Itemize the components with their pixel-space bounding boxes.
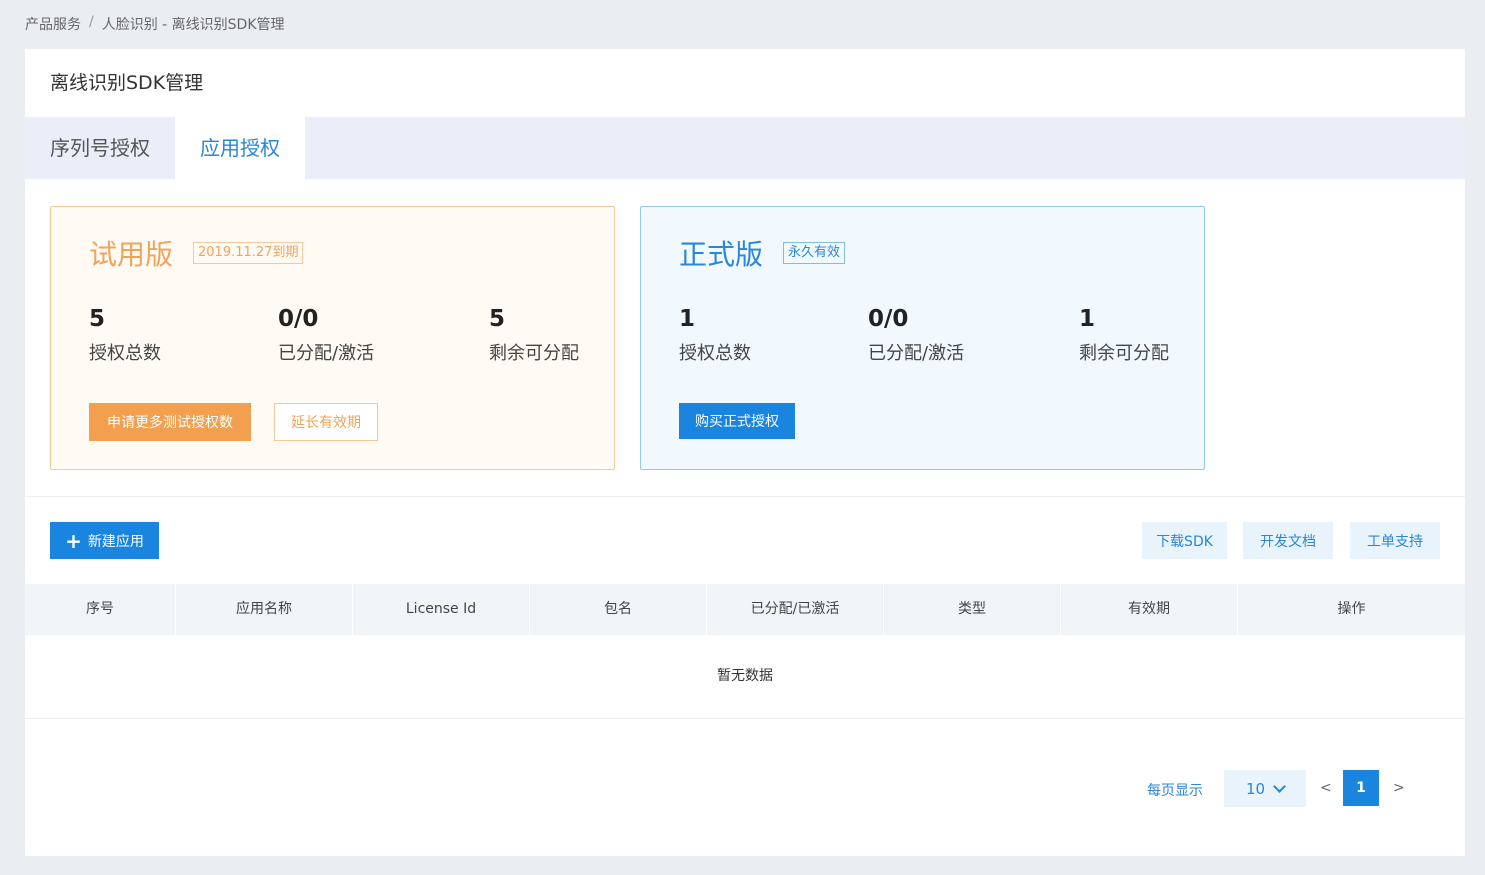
plus-icon: + bbox=[65, 528, 82, 553]
per-page-label: 每页显示 bbox=[1147, 783, 1203, 799]
formal-title: 正式版 bbox=[679, 238, 764, 271]
trial-assigned-value: 0/0 bbox=[278, 306, 319, 332]
main-panel: 离线识别SDK管理 序列号授权 应用授权 试用版 2019.11.27到期 5 … bbox=[25, 49, 1465, 856]
formal-card: 正式版 永久有效 1 授权总数 0/0 已分配/激活 1 剩余可分配 购买正式授… bbox=[640, 206, 1205, 470]
table-empty-state: 暂无数据 bbox=[25, 635, 1465, 719]
column-header-type: 类型 bbox=[884, 584, 1061, 635]
new-app-button[interactable]: + 新建应用 bbox=[50, 522, 159, 559]
column-header-package-name: 包名 bbox=[530, 584, 707, 635]
trial-stat-total: 5 授权总数 bbox=[89, 306, 161, 365]
formal-remaining-value: 1 bbox=[1079, 306, 1096, 332]
formal-remaining-label: 剩余可分配 bbox=[1079, 343, 1169, 364]
table-header: 序号 应用名称 License Id 包名 已分配/已激活 类型 有效期 操作 bbox=[25, 584, 1465, 635]
column-header-app-name: 应用名称 bbox=[176, 584, 353, 635]
trial-stat-remaining: 5 剩余可分配 bbox=[489, 306, 579, 365]
apply-more-trial-button[interactable]: 申请更多测试授权数 bbox=[89, 403, 251, 441]
per-page-select[interactable]: 10 bbox=[1224, 770, 1306, 807]
formal-assigned-label: 已分配/激活 bbox=[868, 343, 965, 364]
trial-remaining-value: 5 bbox=[489, 306, 506, 332]
breadcrumb-item-product-services[interactable]: 产品服务 bbox=[25, 14, 81, 34]
formal-assigned-value: 0/0 bbox=[868, 306, 909, 332]
column-header-validity: 有效期 bbox=[1061, 584, 1238, 635]
tab-serial-authorization[interactable]: 序列号授权 bbox=[25, 117, 175, 179]
next-page-button[interactable]: > bbox=[1393, 780, 1405, 796]
trial-total-value: 5 bbox=[89, 306, 106, 332]
column-header-actions: 操作 bbox=[1337, 601, 1366, 617]
trial-total-label: 授权总数 bbox=[89, 343, 161, 364]
column-header-index: 序号 bbox=[25, 584, 176, 635]
section-divider bbox=[25, 496, 1465, 497]
column-header-license-id: License Id bbox=[353, 584, 530, 635]
formal-total-label: 授权总数 bbox=[679, 343, 751, 364]
formal-stat-assigned: 0/0 已分配/激活 bbox=[868, 306, 964, 365]
page-button-current[interactable]: 1 bbox=[1343, 770, 1379, 806]
ticket-support-button[interactable]: 工单支持 bbox=[1350, 522, 1440, 559]
download-sdk-button[interactable]: 下载SDK bbox=[1142, 522, 1227, 559]
dev-docs-button[interactable]: 开发文档 bbox=[1243, 522, 1333, 559]
new-app-label: 新建应用 bbox=[87, 533, 144, 550]
formal-total-value: 1 bbox=[679, 306, 696, 332]
formal-stat-total: 1 授权总数 bbox=[679, 306, 751, 365]
breadcrumb-separator: / bbox=[89, 14, 94, 30]
trial-stat-assigned: 0/0 已分配/激活 bbox=[278, 306, 374, 365]
tab-app-authorization[interactable]: 应用授权 bbox=[175, 117, 305, 179]
formal-validity-badge: 永久有效 bbox=[783, 242, 846, 264]
column-header-assigned-activated: 已分配/已激活 bbox=[707, 584, 884, 635]
buy-formal-button[interactable]: 购买正式授权 bbox=[679, 403, 795, 439]
chevron-down-icon bbox=[1273, 779, 1286, 793]
prev-page-button[interactable]: < bbox=[1320, 780, 1332, 796]
extend-validity-button[interactable]: 延长有效期 bbox=[274, 403, 378, 441]
per-page-value: 10 bbox=[1245, 779, 1266, 798]
breadcrumb-item-current: 人脸识别 - 离线识别SDK管理 bbox=[101, 17, 285, 33]
trial-assigned-label: 已分配/激活 bbox=[278, 343, 375, 364]
formal-stat-remaining: 1 剩余可分配 bbox=[1079, 306, 1169, 365]
trial-remaining-label: 剩余可分配 bbox=[489, 343, 579, 364]
breadcrumb: 产品服务 / 人脸识别 - 离线识别SDK管理 bbox=[25, 14, 285, 34]
tab-bar: 序列号授权 应用授权 bbox=[25, 117, 1465, 179]
trial-title: 试用版 bbox=[89, 238, 174, 271]
trial-card: 试用版 2019.11.27到期 5 授权总数 0/0 已分配/激活 5 剩余可… bbox=[50, 206, 615, 470]
trial-expiry-badge: 2019.11.27到期 bbox=[193, 242, 304, 264]
page-title: 离线识别SDK管理 bbox=[50, 72, 204, 94]
